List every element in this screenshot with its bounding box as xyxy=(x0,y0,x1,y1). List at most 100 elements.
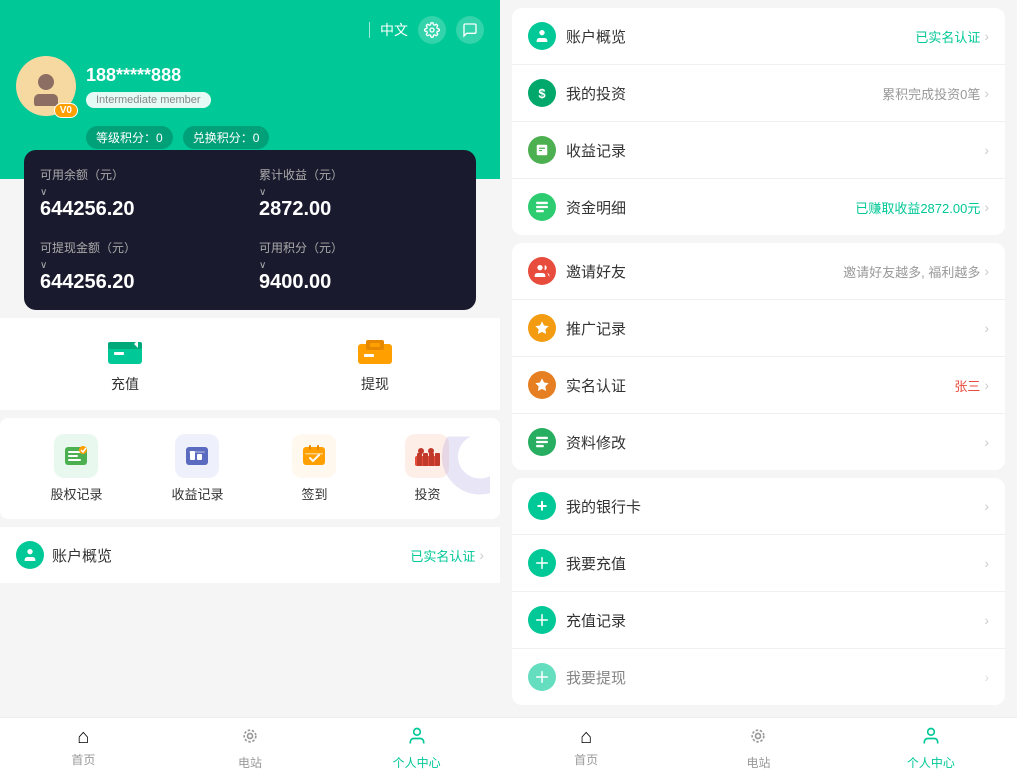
points-label: 可用积分（元） xyxy=(259,239,343,256)
profile-edit-icon xyxy=(528,428,556,456)
avatar-wrapper: V0 xyxy=(16,56,76,116)
promo-record-icon xyxy=(528,314,556,342)
bank-card-right: › xyxy=(984,498,989,514)
right-station-label: 电站 xyxy=(746,754,770,771)
member-badge: Intermediate member xyxy=(86,92,211,108)
menu-item-my-investment[interactable]: $ 我的投资 累积完成投资0笔 › xyxy=(512,65,1005,122)
message-icon[interactable] xyxy=(456,16,484,44)
left-nav-station[interactable]: 电站 xyxy=(167,726,334,771)
profile-label: 个人中心 xyxy=(393,754,441,771)
home-icon: ⌂ xyxy=(77,726,89,749)
recharge-label: 我要充值 xyxy=(566,553,974,574)
menu-item-account-overview[interactable]: 账户概览 已实名认证 › xyxy=(512,8,1005,65)
withdrawable-value: 644256.20 xyxy=(40,271,135,294)
station-label: 电站 xyxy=(238,754,262,771)
recharge-record-icon xyxy=(528,606,556,634)
menu-item-recharge[interactable]: 我要充值 › xyxy=(512,535,1005,592)
income-record-label: 收益记录 xyxy=(566,140,974,161)
bank-card-icon: + xyxy=(528,492,556,520)
lang-row: 中文 xyxy=(16,16,484,44)
cumulative-value: 2872.00 xyxy=(259,198,331,221)
settings-icon[interactable] xyxy=(418,16,446,44)
my-investment-icon: $ xyxy=(528,79,556,107)
income-label: 收益记录 xyxy=(171,484,223,503)
ao-status: 已实名认证 xyxy=(410,546,475,565)
my-investment-label: 我的投资 xyxy=(566,83,872,104)
balance-cumulative: 累计收益（元） ∨ 2872.00 xyxy=(259,166,460,221)
profile-icon xyxy=(407,726,427,752)
balance-points: 可用积分（元） ∨ 9400.00 xyxy=(259,239,460,294)
withdraw-icon xyxy=(528,663,556,691)
available-value: 644256.20 xyxy=(40,198,135,221)
left-nav-profile[interactable]: 个人中心 xyxy=(333,726,500,771)
invite-right: 邀请好友越多, 福利越多 › xyxy=(843,262,989,281)
real-name-label: 实名认证 xyxy=(566,375,944,396)
menu-item-real-name[interactable]: 实名认证 张三 › xyxy=(512,357,1005,414)
my-investment-right: 累积完成投资0笔 › xyxy=(882,84,989,103)
profile-edit-label: 资料修改 xyxy=(566,432,974,453)
menu-item-fund-detail[interactable]: 资金明细 已赚取收益2872.00元 › xyxy=(512,179,1005,235)
withdrawable-label: 可提现金额（元） xyxy=(40,239,136,256)
exchange-points: 兑换积分：0 xyxy=(183,126,270,149)
menu-item-bank-card[interactable]: + 我的银行卡 › xyxy=(512,478,1005,535)
right-nav-home[interactable]: ⌂ 首页 xyxy=(500,726,672,771)
balance-card: 可用余额（元） ∨ 644256.20 累计收益（元） ∨ 2872.00 可提… xyxy=(24,150,476,310)
menu-item-profile-edit[interactable]: 资料修改 › xyxy=(512,414,1005,470)
profile-edit-right: › xyxy=(984,434,989,450)
recharge-button[interactable]: 充值 xyxy=(0,334,250,394)
ao-chevron: › xyxy=(479,547,484,563)
withdraw-button[interactable]: 提现 xyxy=(250,334,500,394)
station-icon xyxy=(240,726,260,752)
account-overview-icon xyxy=(528,22,556,50)
profile-row: V0 188*****888 Intermediate member xyxy=(16,56,484,116)
ao-icon xyxy=(16,541,44,569)
profile-info: 188*****888 Intermediate member xyxy=(86,65,211,108)
withdraw-money-label: 我要提现 xyxy=(566,667,974,688)
menu-item-recharge-record[interactable]: 充值记录 › xyxy=(512,592,1005,649)
menu-item-promo-record[interactable]: 推广记录 › xyxy=(512,300,1005,357)
ao-left: 账户概览 xyxy=(16,541,112,569)
equity-label: 股权记录 xyxy=(50,484,102,503)
left-nav-home[interactable]: ⌂ 首页 xyxy=(0,726,167,771)
recharge-record-right: › xyxy=(984,612,989,628)
withdraw-money-right: › xyxy=(984,669,989,685)
menu-item-withdraw-money[interactable]: 我要提现 › xyxy=(512,649,1005,705)
left-bottom-nav: ⌂ 首页 电站 个人中心 xyxy=(0,717,500,775)
income-record-right: › xyxy=(984,142,989,158)
account-overview-row[interactable]: 账户概览 已实名认证 › xyxy=(0,527,500,583)
right-nav-station[interactable]: 电站 xyxy=(672,726,844,771)
right-profile-label: 个人中心 xyxy=(907,754,955,771)
right-nav-profile[interactable]: 个人中心 xyxy=(845,726,1017,771)
menu-item-income-record[interactable]: 收益记录 › xyxy=(512,122,1005,179)
right-home-icon: ⌂ xyxy=(580,726,592,749)
quick-nav-equity[interactable]: 股权记录 xyxy=(50,434,102,503)
ao-label: 账户概览 xyxy=(52,545,112,566)
recharge-icon xyxy=(528,549,556,577)
invite-icon xyxy=(528,257,556,285)
right-bottom-nav: ⌂ 首页 电站 个人中心 xyxy=(500,717,1017,775)
menu-item-invite[interactable]: 邀请好友 邀请好友越多, 福利越多 › xyxy=(512,243,1005,300)
quick-nav-income[interactable]: 收益记录 xyxy=(171,434,223,503)
level-points: 等级积分：0 xyxy=(86,126,173,149)
invite-label: 邀请好友 xyxy=(566,261,833,282)
cumulative-label: 累计收益（元） xyxy=(259,166,343,183)
right-station-icon xyxy=(748,726,768,752)
right-panel: 账户概览 已实名认证 › $ 我的投资 累积完成投资0笔 › 收益记录 xyxy=(500,0,1017,775)
fund-detail-label: 资金明细 xyxy=(566,197,845,218)
withdraw-label: 提现 xyxy=(361,374,389,394)
fund-detail-icon xyxy=(528,193,556,221)
right-home-label: 首页 xyxy=(574,751,598,768)
ao-right: 已实名认证 › xyxy=(410,546,484,565)
username: 188*****888 xyxy=(86,65,211,86)
real-name-icon xyxy=(528,371,556,399)
right-content: 账户概览 已实名认证 › $ 我的投资 累积完成投资0笔 › 收益记录 xyxy=(500,0,1017,717)
promo-record-right: › xyxy=(984,320,989,336)
home-label: 首页 xyxy=(71,751,95,768)
points-row: 等级积分：0 兑换积分：0 xyxy=(86,126,484,149)
left-panel: 中文 V0 188*****888 Intermediate m xyxy=(0,0,500,775)
checkin-label: 签到 xyxy=(301,484,327,503)
account-overview-label: 账户概览 xyxy=(566,26,905,47)
fund-detail-right: 已赚取收益2872.00元 › xyxy=(855,198,989,217)
quick-nav-checkin[interactable]: 签到 xyxy=(292,434,336,503)
promo-record-label: 推广记录 xyxy=(566,318,974,339)
